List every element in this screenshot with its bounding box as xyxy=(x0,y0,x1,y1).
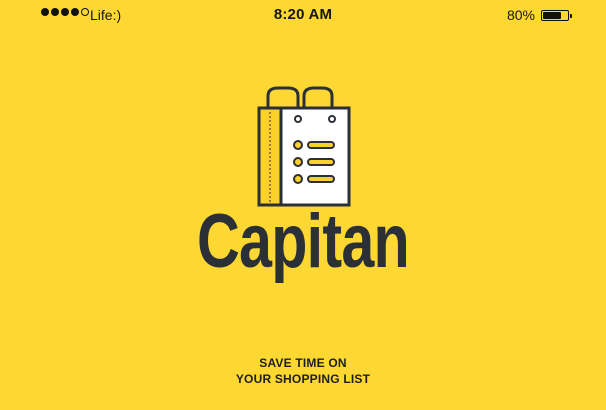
bag-front-face xyxy=(279,106,351,207)
bag-list-row-3 xyxy=(293,174,335,184)
bag-list-row-2 xyxy=(293,157,335,167)
battery-tip xyxy=(570,13,572,18)
battery-icon xyxy=(541,9,572,21)
app-logo xyxy=(256,86,352,210)
tagline-line-2: YOUR SHOPPING LIST xyxy=(235,372,371,386)
bag-handle-anchor-left xyxy=(294,115,302,123)
battery-percent: 80% xyxy=(506,7,535,23)
app-name: Capitan xyxy=(197,199,410,284)
shopping-bag-list-icon xyxy=(257,86,351,207)
battery-fill xyxy=(543,11,561,19)
bag-list-row-1 xyxy=(293,140,335,150)
status-bar: Life:) 8:20 AM 80% xyxy=(0,0,606,32)
tagline-line-1: SAVE TIME ON xyxy=(259,356,347,370)
bag-handle-anchor-right xyxy=(328,115,336,123)
battery-status: 80% xyxy=(506,7,572,23)
